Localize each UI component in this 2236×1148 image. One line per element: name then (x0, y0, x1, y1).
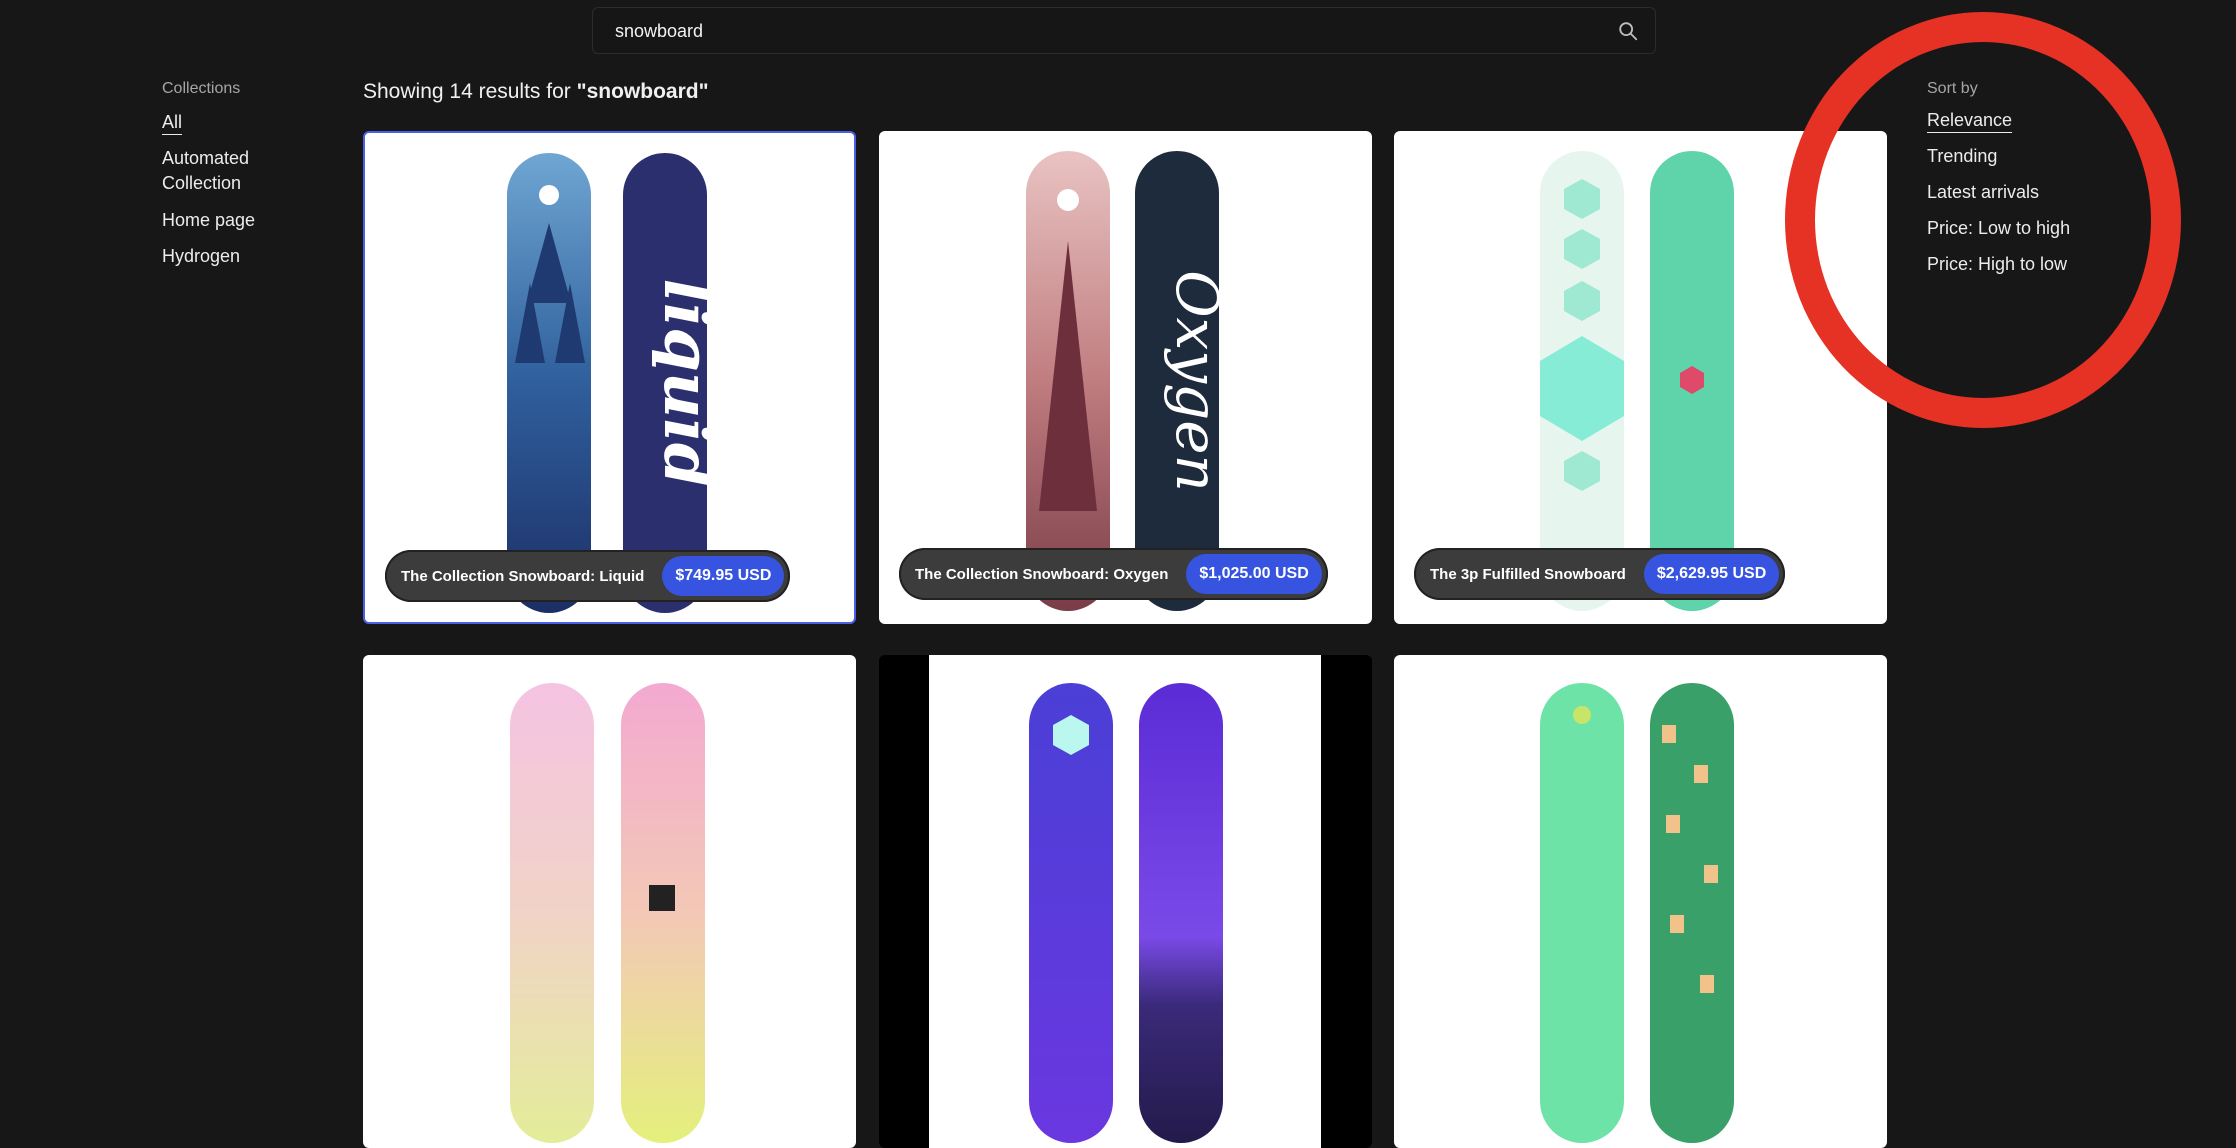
product-name: The Collection Snowboard: Oxygen (915, 565, 1169, 583)
collection-all[interactable]: All (162, 110, 182, 135)
product-card[interactable] (879, 655, 1372, 1148)
product-price: $2,629.95 USD (1643, 554, 1780, 594)
product-pill[interactable]: The 3p Fulfilled Snowboard $2,629.95 USD (1414, 548, 1786, 600)
svg-text:Oxygen: Oxygen (1163, 270, 1231, 492)
product-card[interactable] (363, 655, 856, 1148)
product-pill[interactable]: The Collection Snowboard: Liquid $749.95… (385, 550, 791, 602)
product-image (1540, 683, 1734, 1143)
product-pill[interactable]: The Collection Snowboard: Oxygen $1,025.… (899, 548, 1328, 600)
collection-automated[interactable]: Automated Collection (162, 146, 249, 196)
collection-hydrogen[interactable]: Hydrogen (162, 244, 240, 269)
product-card[interactable] (1394, 655, 1887, 1148)
search-icon[interactable] (1617, 20, 1639, 42)
sort-price-high-low[interactable]: Price: High to low (1927, 254, 2067, 275)
product-card-3p-fulfilled[interactable]: The 3p Fulfilled Snowboard $2,629.95 USD (1394, 131, 1887, 624)
sort-heading: Sort by (1927, 80, 1978, 97)
results-prefix: Showing 14 results for (363, 80, 571, 103)
sort-relevance[interactable]: Relevance (1927, 110, 2012, 131)
product-price: $1,025.00 USD (1186, 554, 1322, 594)
sort-trending[interactable]: Trending (1927, 146, 1997, 167)
search-input[interactable] (613, 8, 1617, 55)
collections-heading: Collections (162, 80, 241, 97)
product-image (510, 683, 705, 1143)
search-bar (592, 7, 1656, 55)
results-summary: Showing 14 results for "snowboard" (363, 80, 709, 104)
product-card-oxygen[interactable]: Oxygen The Collection Snowboard: Oxygen … (879, 131, 1372, 624)
product-name: The 3p Fulfilled Snowboard (1430, 565, 1626, 583)
svg-text:liquid: liquid (649, 279, 724, 488)
sort-latest-arrivals[interactable]: Latest arrivals (1927, 182, 2039, 203)
collection-home-page[interactable]: Home page (162, 208, 255, 233)
product-card-liquid[interactable]: liquid The Collection Snowboard: Liquid … (363, 131, 856, 624)
product-image (929, 655, 1321, 1148)
results-query: "snowboard" (576, 80, 709, 103)
product-price: $749.95 USD (662, 556, 785, 596)
product-name: The Collection Snowboard: Liquid (401, 567, 645, 585)
sort-price-low-high[interactable]: Price: Low to high (1927, 218, 2070, 239)
